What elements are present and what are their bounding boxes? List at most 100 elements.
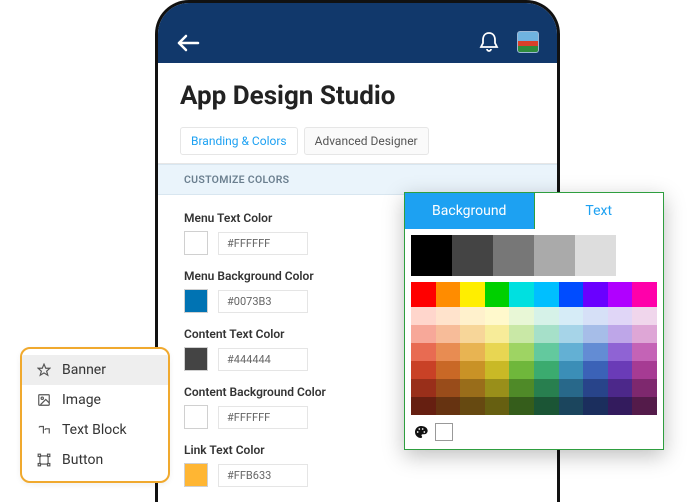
palette-cell[interactable] [559, 397, 584, 415]
palette-cell[interactable] [608, 379, 633, 397]
palette-cell[interactable] [436, 343, 461, 361]
color-swatch[interactable] [184, 405, 208, 429]
palette-cell[interactable] [485, 307, 510, 325]
color-hex-input[interactable]: #444444 [218, 348, 308, 371]
color-swatch[interactable] [184, 463, 208, 487]
palette-cell[interactable] [575, 235, 616, 276]
palette-cell[interactable] [632, 397, 657, 415]
palette-cell[interactable] [608, 282, 633, 307]
palette-cell[interactable] [534, 307, 559, 325]
popover-tab-background[interactable]: Background [405, 193, 534, 229]
palette-cell[interactable] [583, 307, 608, 325]
palette-cell[interactable] [485, 325, 510, 343]
palette-cell[interactable] [534, 235, 575, 276]
palette-cell[interactable] [534, 397, 559, 415]
palette-cell[interactable] [608, 343, 633, 361]
palette-cell[interactable] [509, 361, 534, 379]
user-avatar[interactable] [517, 31, 539, 53]
palette-cell[interactable] [583, 379, 608, 397]
picker-item-text-block[interactable]: Text Block [22, 415, 168, 445]
palette-cell[interactable] [460, 397, 485, 415]
palette-cell[interactable] [559, 307, 584, 325]
palette-cell[interactable] [485, 397, 510, 415]
palette-cell[interactable] [632, 307, 657, 325]
current-color-swatch[interactable] [435, 423, 453, 441]
palette-cell[interactable] [460, 379, 485, 397]
palette-cell[interactable] [509, 379, 534, 397]
palette-cell[interactable] [632, 325, 657, 343]
popover-tab-text[interactable]: Text [534, 193, 664, 229]
palette-cell[interactable] [460, 307, 485, 325]
palette-cell[interactable] [509, 397, 534, 415]
palette-cell[interactable] [608, 325, 633, 343]
picker-item-image[interactable]: Image [22, 385, 168, 415]
picker-item-label: Banner [62, 362, 106, 378]
tab-branding-colors[interactable]: Branding & Colors [180, 127, 298, 155]
palette-cell[interactable] [411, 235, 452, 276]
palette-cell[interactable] [436, 379, 461, 397]
palette-cell[interactable] [509, 282, 534, 307]
palette-cell[interactable] [583, 282, 608, 307]
palette-cell[interactable] [632, 379, 657, 397]
color-swatch[interactable] [184, 231, 208, 255]
palette-cell[interactable] [608, 361, 633, 379]
palette-cell[interactable] [411, 282, 436, 307]
color-hex-input[interactable]: #FFB633 [218, 464, 308, 487]
palette-cell[interactable] [411, 379, 436, 397]
palette-cell[interactable] [583, 343, 608, 361]
palette-cell[interactable] [436, 361, 461, 379]
palette-cell[interactable] [583, 361, 608, 379]
palette-cell[interactable] [485, 379, 510, 397]
palette-cell[interactable] [460, 325, 485, 343]
palette-cell[interactable] [534, 361, 559, 379]
palette-cell[interactable] [559, 325, 584, 343]
picker-item-banner[interactable]: Banner [22, 355, 168, 385]
back-arrow-icon[interactable] [176, 33, 200, 53]
palette-cell[interactable] [460, 361, 485, 379]
palette-cell[interactable] [411, 307, 436, 325]
palette-cell[interactable] [559, 282, 584, 307]
palette-cell[interactable] [436, 307, 461, 325]
color-hex-input[interactable]: #FFFFFF [218, 406, 308, 429]
palette-cell[interactable] [509, 307, 534, 325]
palette-cell[interactable] [583, 397, 608, 415]
palette-cell[interactable] [411, 325, 436, 343]
palette-cell[interactable] [460, 343, 485, 361]
palette-cell[interactable] [632, 282, 657, 307]
palette-cell[interactable] [632, 343, 657, 361]
palette-cell[interactable] [559, 343, 584, 361]
palette-cell[interactable] [559, 361, 584, 379]
palette-cell[interactable] [616, 235, 657, 276]
palette-cell[interactable] [534, 379, 559, 397]
bell-icon[interactable] [479, 31, 499, 53]
palette-cell[interactable] [411, 361, 436, 379]
palette-icon[interactable] [413, 424, 429, 440]
palette-cell[interactable] [559, 379, 584, 397]
palette-cell[interactable] [485, 361, 510, 379]
palette-cell[interactable] [493, 235, 534, 276]
palette-cell[interactable] [485, 282, 510, 307]
color-hex-input[interactable]: #FFFFFF [218, 232, 308, 255]
palette-cell[interactable] [509, 325, 534, 343]
palette-cell[interactable] [460, 282, 485, 307]
palette-cell[interactable] [436, 397, 461, 415]
palette-cell[interactable] [436, 325, 461, 343]
palette-cell[interactable] [632, 361, 657, 379]
tab-advanced-designer[interactable]: Advanced Designer [304, 127, 429, 155]
color-swatch[interactable] [184, 347, 208, 371]
palette-cell[interactable] [583, 325, 608, 343]
palette-cell[interactable] [608, 307, 633, 325]
palette-cell[interactable] [411, 397, 436, 415]
palette-cell[interactable] [534, 325, 559, 343]
palette-cell[interactable] [608, 397, 633, 415]
palette-cell[interactable] [534, 343, 559, 361]
palette-cell[interactable] [452, 235, 493, 276]
palette-cell[interactable] [411, 343, 436, 361]
palette-cell[interactable] [509, 343, 534, 361]
palette-cell[interactable] [534, 282, 559, 307]
color-hex-input[interactable]: #0073B3 [218, 290, 308, 313]
palette-cell[interactable] [436, 282, 461, 307]
palette-cell[interactable] [485, 343, 510, 361]
color-swatch[interactable] [184, 289, 208, 313]
picker-item-button[interactable]: Button [22, 445, 168, 475]
